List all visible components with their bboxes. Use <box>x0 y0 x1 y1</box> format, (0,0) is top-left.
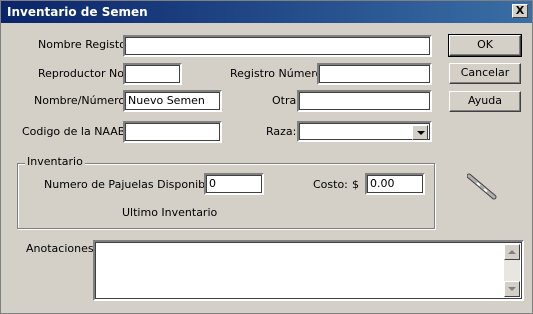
otra-input[interactable] <box>297 90 432 112</box>
cancelar-button[interactable]: Cancelar <box>449 63 521 84</box>
raza-label: Raza: <box>266 125 297 138</box>
registro-numero-input[interactable] <box>317 63 432 85</box>
scroll-down-icon[interactable] <box>504 281 520 297</box>
chevron-down-icon[interactable] <box>412 125 428 140</box>
nombre-numero-label: Nombre/Número: <box>34 94 129 107</box>
otra-label: Otra <box>272 94 297 107</box>
dialog-window: Inventario de Semen X Nombre Registo: Re… <box>0 0 533 314</box>
semen-straw-icon <box>467 173 497 200</box>
currency-symbol: $ <box>352 178 359 191</box>
reproductor-no-label: Reproductor No. <box>38 67 128 80</box>
codigo-naab-input[interactable] <box>123 121 222 143</box>
anotaciones-label: Anotaciones: <box>26 242 98 255</box>
window-title: Inventario de Semen <box>7 5 148 19</box>
close-icon: X <box>515 4 525 17</box>
ok-button[interactable]: OK <box>448 34 522 57</box>
raza-dropdown[interactable] <box>297 121 432 142</box>
pajuelas-input[interactable]: 0 <box>204 173 264 195</box>
costo-input[interactable]: 0.00 <box>365 173 425 195</box>
inventario-group-title: Inventario <box>25 155 85 169</box>
ultimo-inventario-label: Ultimo Inventario <box>122 206 218 219</box>
title-bar: Inventario de Semen X <box>1 1 532 23</box>
pajuelas-label: Numero de Pajuelas Disponibles: <box>44 178 225 191</box>
scroll-up-icon[interactable] <box>504 244 520 260</box>
reproductor-no-input[interactable] <box>123 63 182 85</box>
costo-label: Costo: <box>313 178 348 191</box>
nombre-numero-input[interactable]: Nuevo Semen <box>123 90 222 112</box>
anotaciones-textarea[interactable] <box>93 240 524 301</box>
codigo-naab-label: Codigo de la NAAB: <box>22 125 130 138</box>
anotaciones-scrollbar[interactable] <box>504 244 520 297</box>
close-button[interactable]: X <box>512 4 528 18</box>
nombre-registro-label: Nombre Registo: <box>38 38 130 51</box>
registro-numero-label: Registro Número: <box>230 67 326 80</box>
nombre-registro-input[interactable] <box>123 35 432 57</box>
ayuda-button[interactable]: Ayuda <box>449 91 521 112</box>
